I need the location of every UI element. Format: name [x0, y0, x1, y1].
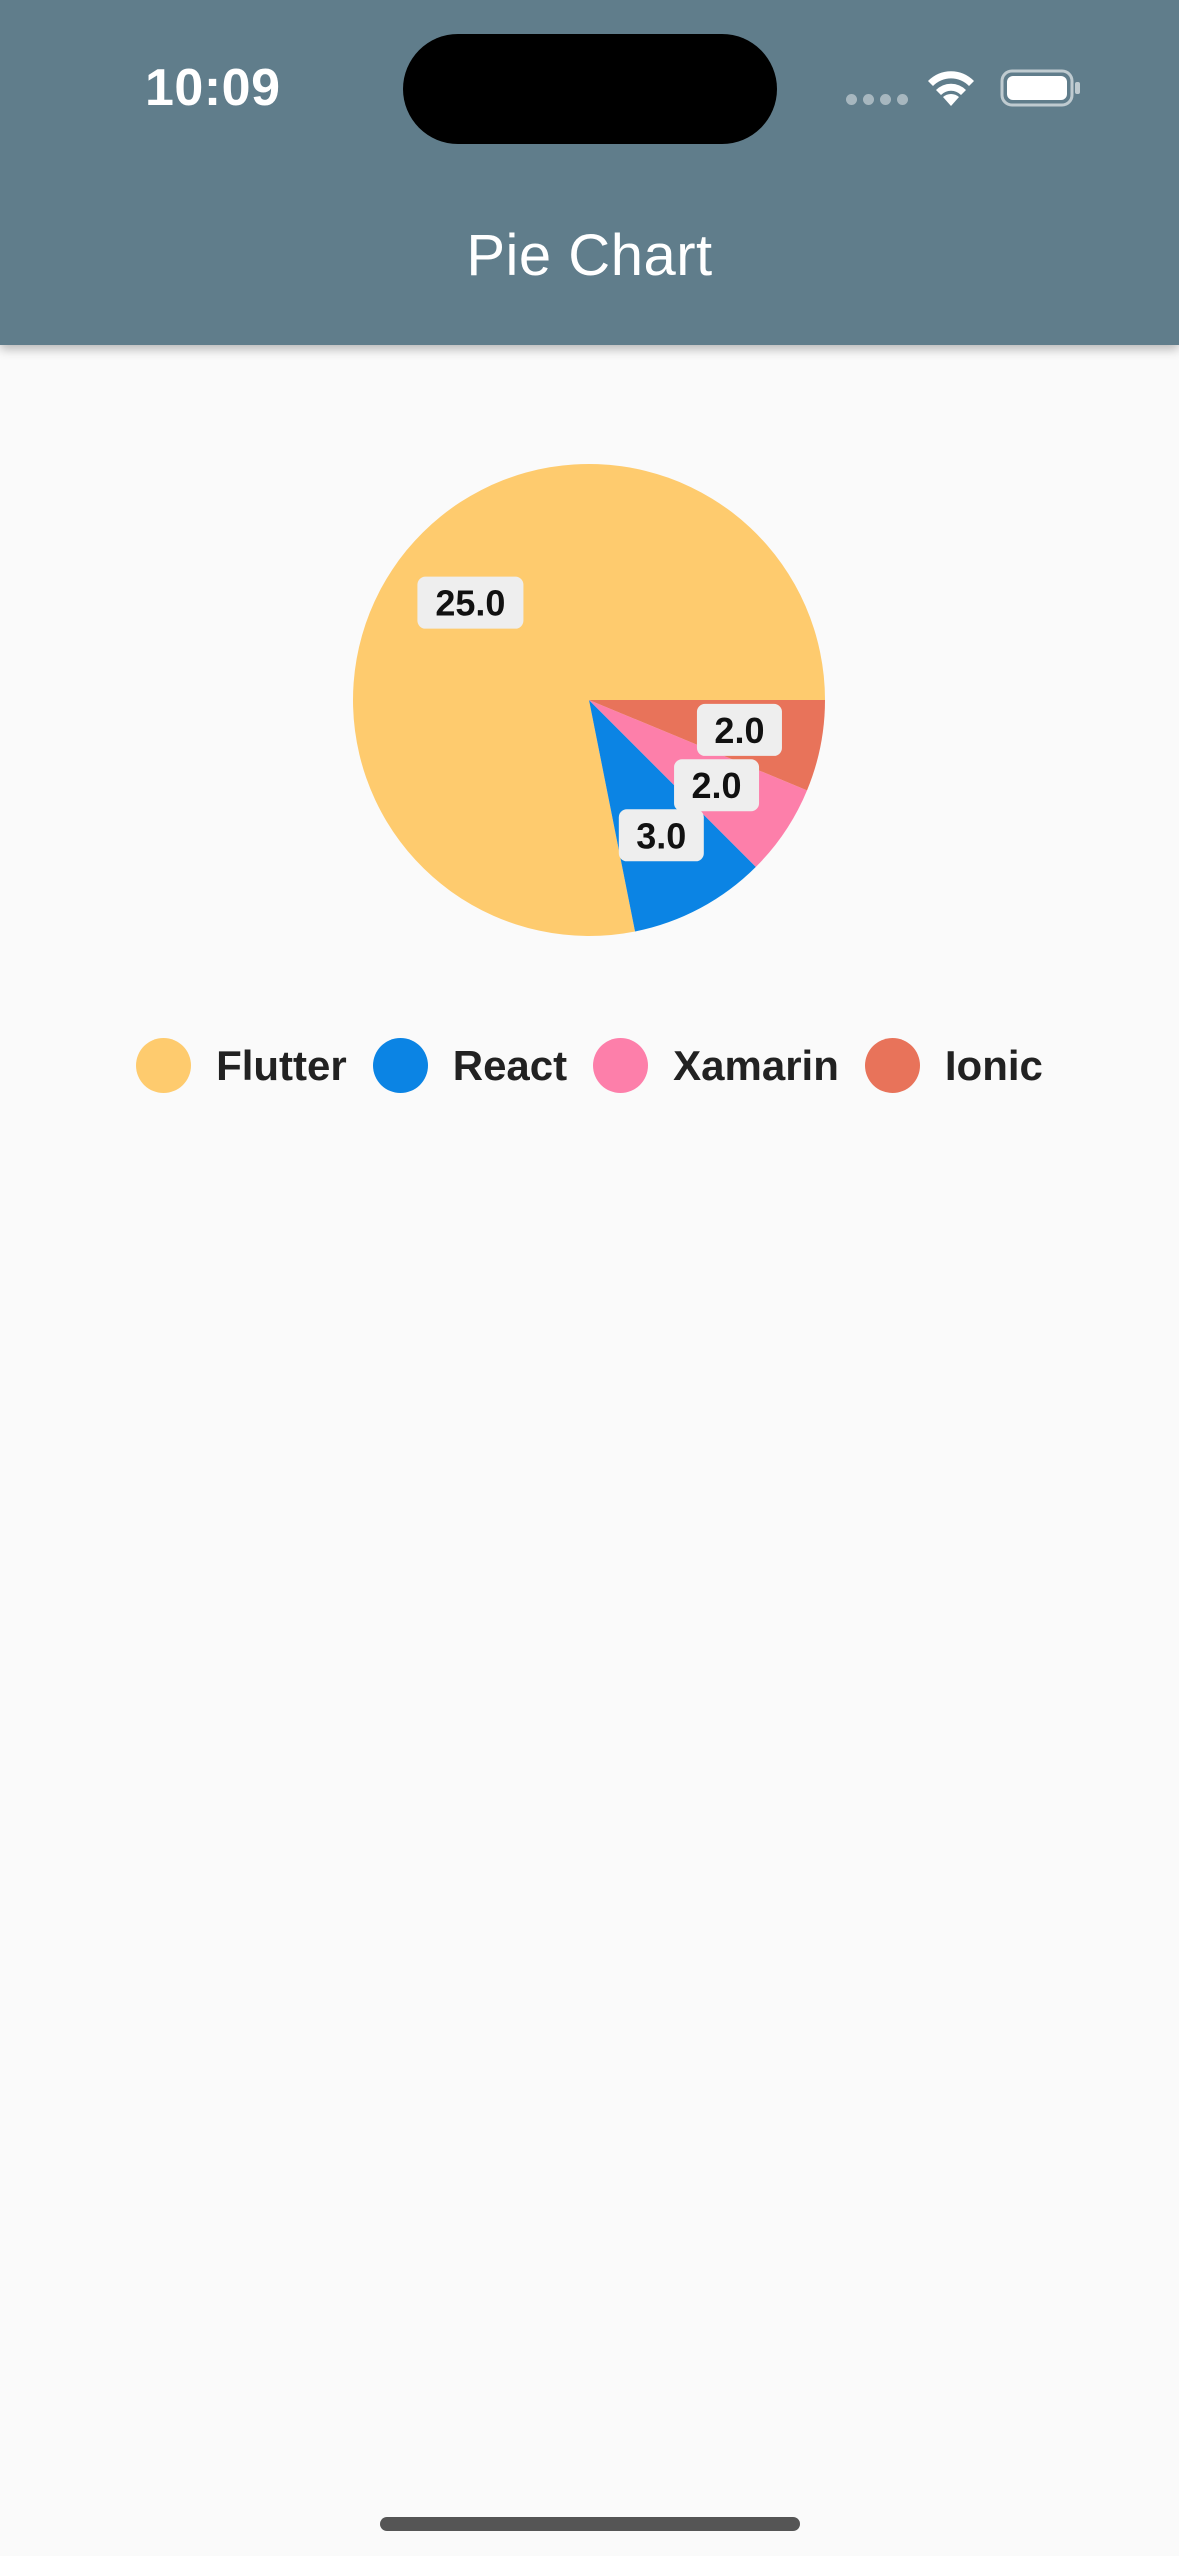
- legend-item-ionic[interactable]: Ionic: [864, 1038, 1043, 1093]
- legend-label-flutter: Flutter: [216, 1041, 347, 1089]
- legend-label-ionic: Ionic: [944, 1041, 1043, 1089]
- data-label-ionic: 2.0: [696, 703, 782, 756]
- legend-item-xamarin[interactable]: Xamarin: [593, 1038, 839, 1093]
- svg-text:3.0: 3.0: [636, 815, 686, 856]
- legend-item-react[interactable]: React: [372, 1038, 568, 1093]
- cellular-signal-icon: [846, 94, 908, 105]
- legend-dot-ionic: [864, 1038, 920, 1093]
- data-label-flutter: 25.0: [417, 576, 524, 629]
- dynamic-island: [403, 34, 777, 144]
- data-label-react: 3.0: [618, 809, 704, 862]
- wifi-icon: [928, 71, 974, 106]
- home-indicator[interactable]: [380, 2517, 800, 2531]
- battery-icon: [1000, 69, 1080, 107]
- legend-label-react: React: [452, 1041, 568, 1089]
- legend-dot-flutter: [136, 1038, 192, 1093]
- legend-item-flutter[interactable]: Flutter: [136, 1038, 347, 1093]
- data-label-xamarin: 2.0: [674, 759, 760, 812]
- chart-legend: Flutter React Xamarin Ionic: [0, 1038, 1179, 1093]
- legend-label-xamarin: Xamarin: [673, 1041, 839, 1089]
- svg-text:2.0: 2.0: [692, 765, 742, 806]
- svg-text:2.0: 2.0: [714, 710, 764, 751]
- app-bar: 10:09 Pie Chart: [0, 0, 1179, 345]
- pie-chart: 25.03.02.02.0: [353, 464, 826, 936]
- status-time: 10:09: [145, 59, 281, 117]
- svg-text:25.0: 25.0: [435, 583, 505, 624]
- legend-dot-react: [372, 1038, 428, 1093]
- legend-dot-xamarin: [593, 1038, 649, 1093]
- page-title: Pie Chart: [466, 223, 713, 288]
